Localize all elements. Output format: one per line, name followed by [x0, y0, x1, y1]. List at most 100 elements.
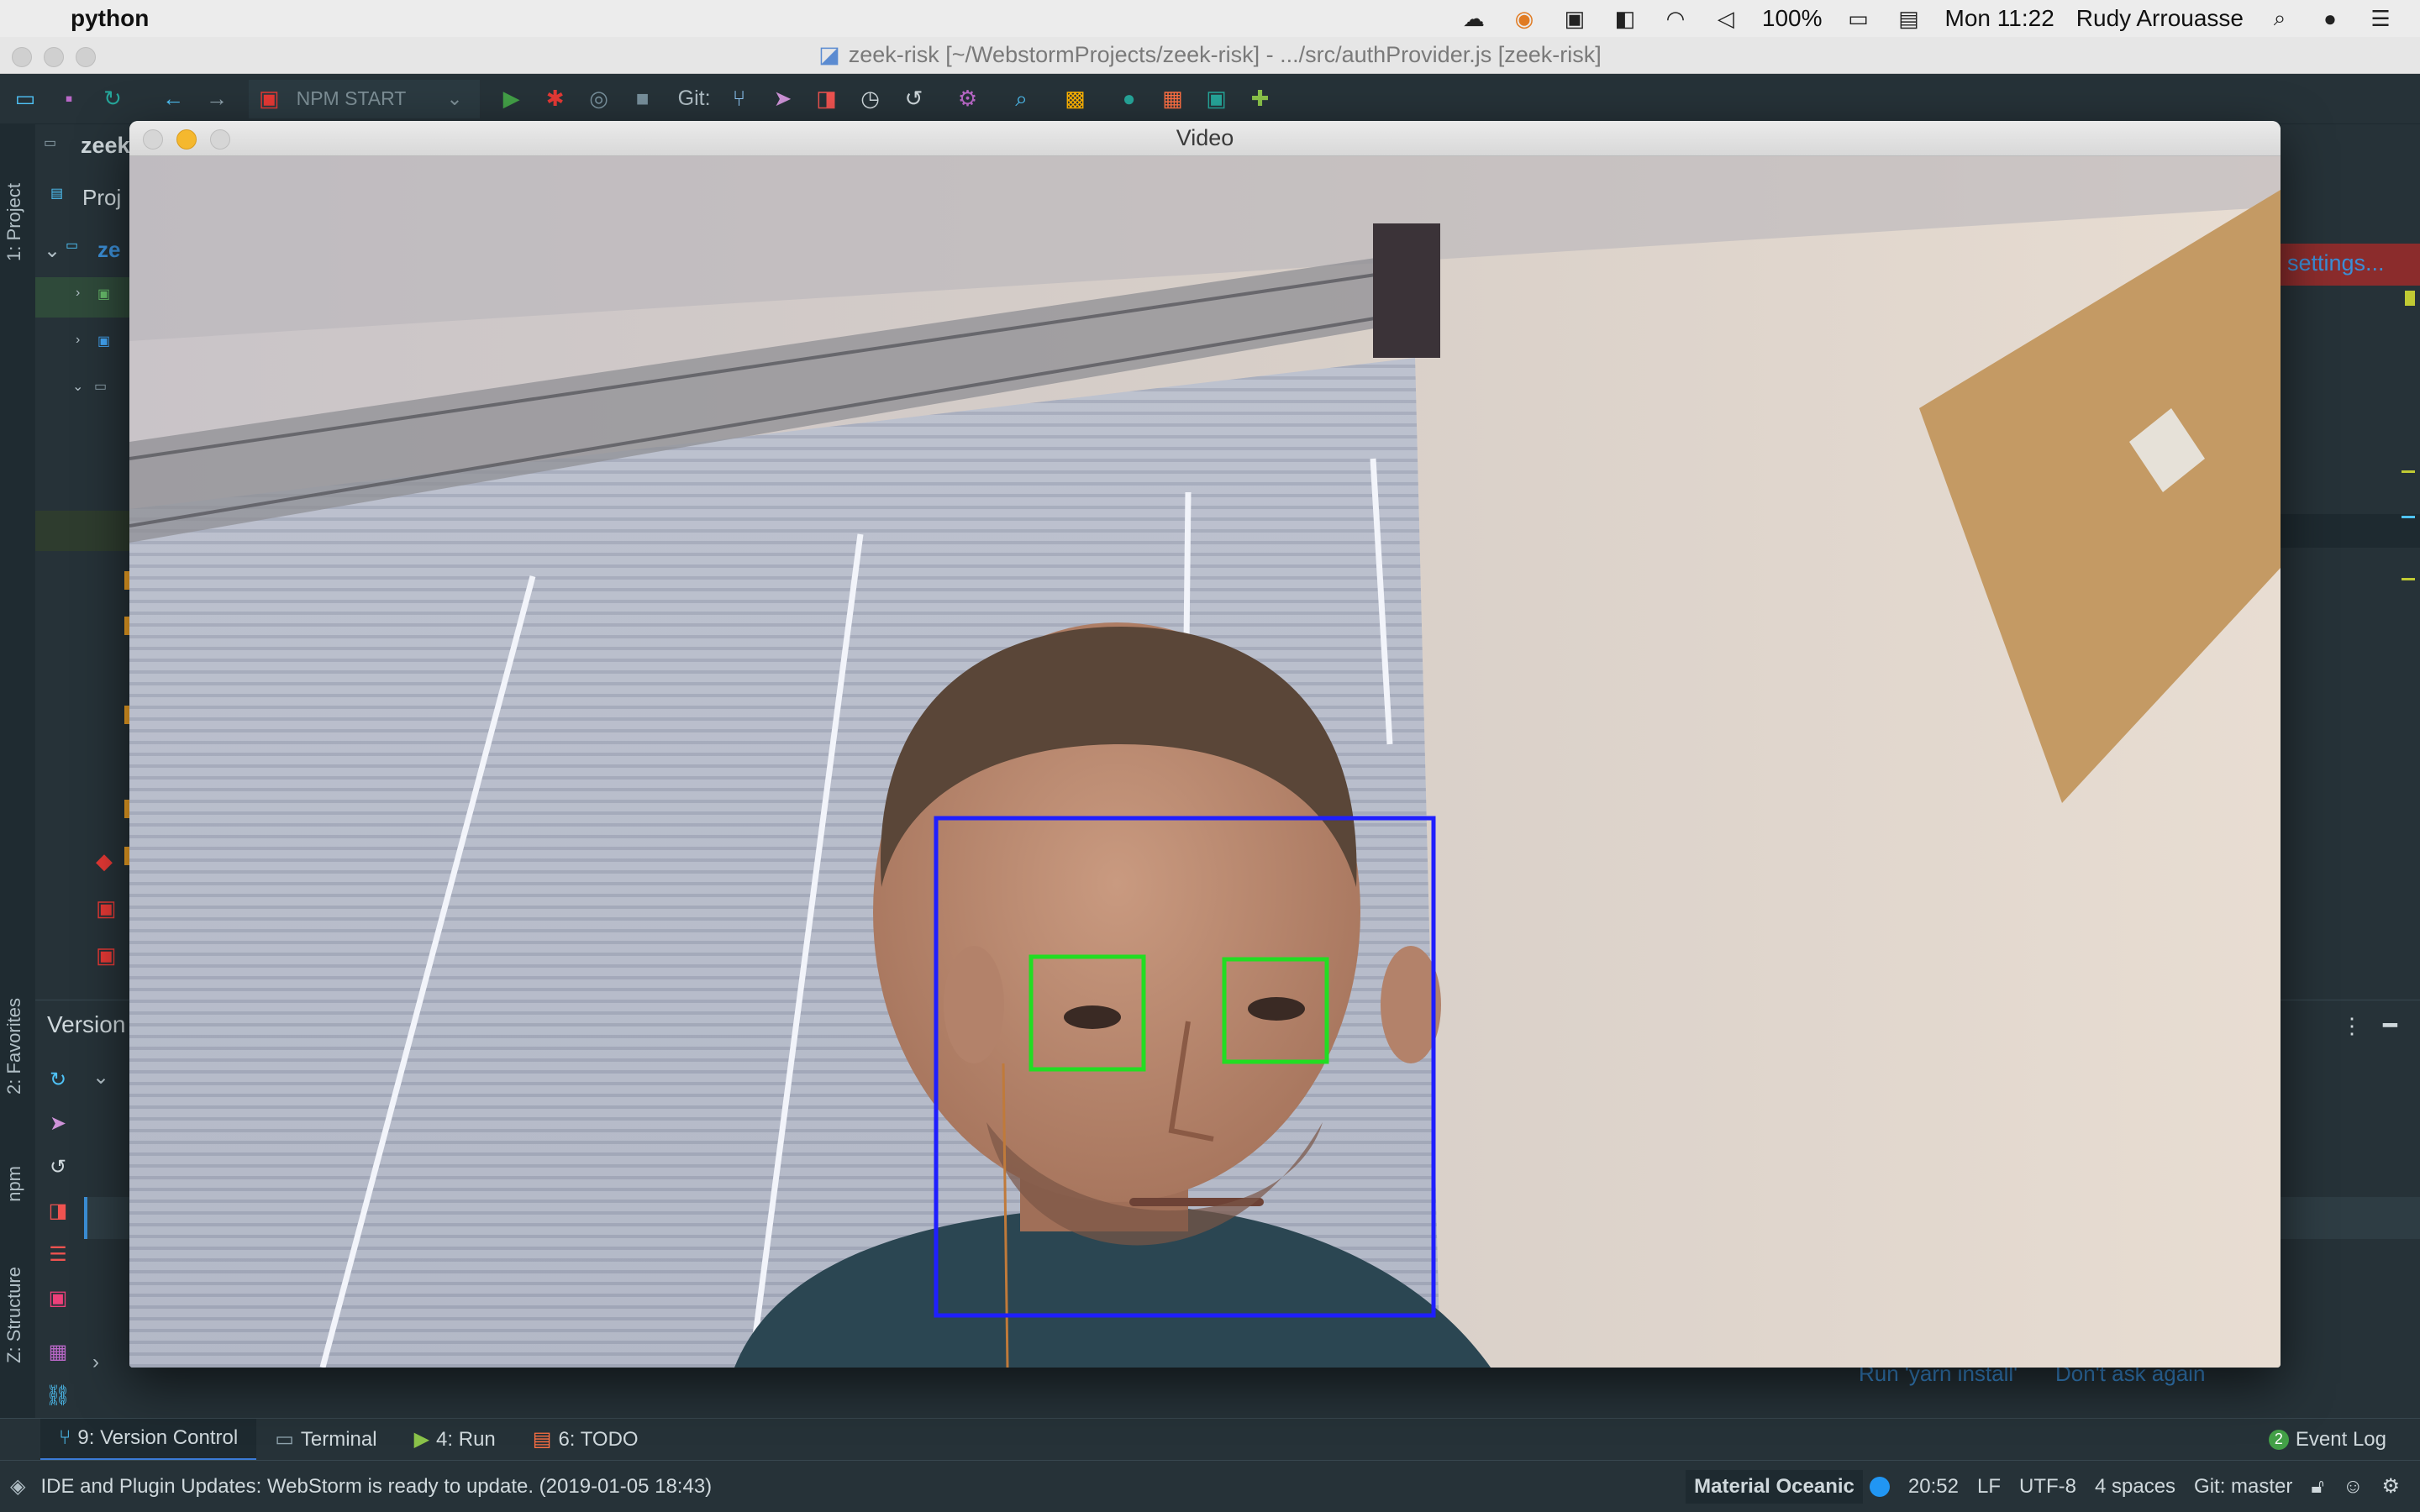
refresh-icon[interactable]: ↻ [47, 1068, 69, 1091]
tree-row-selected[interactable] [35, 511, 136, 551]
git-file-icon: ◆ [96, 848, 113, 874]
app-tray-icon[interactable]: ◧ [1611, 6, 1639, 31]
creative-cloud-icon[interactable]: ☁ [1460, 6, 1488, 31]
window-zoom-button[interactable] [76, 47, 96, 67]
git-push-icon[interactable]: ➤ [761, 81, 805, 118]
preview-icon[interactable]: ▣ [1195, 81, 1239, 118]
window-close-button[interactable] [12, 47, 32, 67]
event-count-badge: 2 [2268, 1429, 2289, 1450]
more-options-icon[interactable]: ⋮ [2341, 1013, 2363, 1039]
wifi-icon[interactable]: ◠ [1661, 6, 1690, 31]
diff-icon[interactable]: ◨ [47, 1200, 69, 1222]
back-icon[interactable]: ← [151, 81, 195, 118]
npm-file-icon: ▣ [96, 895, 117, 921]
tab-terminal[interactable]: ▭ Terminal [256, 1419, 395, 1461]
menubar-clock[interactable]: Mon 11:22 [1945, 5, 2054, 32]
video-zoom-button[interactable] [210, 129, 230, 150]
run-icon[interactable]: ▶ [490, 81, 534, 118]
spotlight-search-icon[interactable]: ⌕ [2265, 5, 2294, 30]
tree-row-highlight[interactable] [35, 277, 136, 318]
editor-right-edge: settings... [2279, 168, 2420, 1000]
siri-icon[interactable]: ● [2316, 6, 2344, 31]
video-title-bar[interactable]: Video [129, 121, 2281, 156]
line-separator[interactable]: LF [1977, 1475, 2001, 1499]
layout-icon[interactable]: ▦ [1151, 81, 1195, 118]
scroll-marker [2402, 516, 2415, 518]
version-control-header: Version [47, 1011, 126, 1037]
hide-panel-icon[interactable]: ━ [2383, 1011, 2397, 1039]
database-icon[interactable]: ● [1107, 81, 1151, 118]
tree-root-label[interactable]: ze [97, 237, 120, 263]
chevron-right-icon[interactable]: › [76, 333, 80, 348]
event-log-button[interactable]: 2 Event Log [2250, 1419, 2405, 1461]
ide-title-bar: ◪ zeek-risk [~/WebstormProjects/zeek-ris… [0, 37, 2420, 74]
layers-icon[interactable]: ◈ [10, 1474, 25, 1499]
video-title: Video [1176, 125, 1234, 150]
memory-icon[interactable]: ⚙ [2381, 1474, 2400, 1499]
project-tab-label[interactable]: Proj [82, 185, 121, 211]
volume-icon[interactable]: ◁ [1712, 6, 1740, 31]
favorites-tool-tab[interactable]: 2: Favorites [3, 998, 25, 1095]
chevron-right-icon[interactable]: › [92, 1351, 99, 1374]
commit-push-icon[interactable]: ➤ [47, 1112, 69, 1135]
video-window[interactable]: Video [129, 121, 2281, 1368]
terminal-icon: ▭ [275, 1428, 294, 1451]
theme-indicator[interactable]: Material Oceanic [1686, 1469, 1863, 1504]
settings-link[interactable]: settings... [2287, 250, 2385, 276]
debug-icon[interactable]: ✱ [534, 81, 577, 118]
tracking-icon[interactable]: ◉ [1510, 6, 1539, 31]
forward-icon[interactable]: → [195, 81, 239, 118]
video-close-button[interactable] [143, 129, 163, 150]
run-with-coverage-icon[interactable]: ◎ [577, 81, 621, 118]
git-branch-widget[interactable]: Git: master [2194, 1475, 2292, 1499]
settings-gear-icon[interactable]: ⚙ [946, 81, 990, 118]
notification-center-icon[interactable]: ☰ [2366, 6, 2395, 31]
menubar-user[interactable]: Rudy Arrouasse [2076, 5, 2244, 32]
stop-icon[interactable]: ■ [621, 81, 665, 118]
git-rollback-icon[interactable]: ↺ [892, 81, 936, 118]
file-encoding[interactable]: UTF-8 [2019, 1475, 2076, 1499]
chevron-down-icon[interactable]: ⌄ [72, 378, 83, 395]
window-minimize-button[interactable] [44, 47, 64, 67]
open-folder-icon[interactable]: ▭ [3, 81, 47, 118]
chevron-down-icon[interactable]: ⌄ [44, 239, 60, 263]
tab-todo[interactable]: ▤ 6: TODO [514, 1419, 657, 1461]
synchronize-icon[interactable]: ↻ [91, 81, 134, 118]
docker-icon[interactable]: ▣ [1560, 6, 1589, 31]
tab-label: Terminal [300, 1427, 377, 1451]
inspector-icon[interactable]: ☺ [2343, 1475, 2364, 1499]
npm-tool-tab[interactable]: npm [3, 1166, 25, 1202]
tab-run[interactable]: ▶ 4: Run [396, 1419, 514, 1461]
module-folder-icon: ▣ [97, 287, 111, 302]
ide-window-title: zeek-risk [~/WebstormProjects/zeek-risk]… [848, 42, 1602, 67]
structure-tool-tab[interactable]: Z: Structure [3, 1267, 25, 1363]
chevron-right-icon[interactable]: › [76, 286, 80, 301]
plugins-puzzle-icon[interactable]: ✚ [1239, 81, 1282, 118]
chevron-down-icon[interactable]: ⌄ [92, 1065, 109, 1089]
input-source-flag-icon[interactable]: ▤ [1895, 6, 1923, 31]
tab-version-control[interactable]: ⑂ 9: Version Control [40, 1418, 257, 1461]
run-configuration-select[interactable]: ▣ NPM START ⌄ [249, 79, 480, 118]
chevron-down-icon: ⌄ [446, 87, 463, 109]
caret-position[interactable]: 20:52 [1908, 1475, 1959, 1499]
changelist-icon[interactable]: ☰ [47, 1243, 69, 1266]
group-by-icon[interactable]: ▦ [47, 1341, 69, 1363]
git-update-icon[interactable]: ⑂ [718, 81, 761, 118]
git-history-icon[interactable]: ◷ [849, 81, 892, 118]
event-log-label: Event Log [2295, 1427, 2386, 1451]
project-tool-tab[interactable]: 1: Project [3, 183, 25, 261]
link-icon[interactable]: ⛓ [45, 1384, 71, 1407]
rollback-icon[interactable]: ↺ [47, 1156, 69, 1179]
save-all-icon[interactable]: ▪ [47, 81, 91, 118]
search-icon[interactable]: ⌕ [1000, 81, 1044, 118]
plugin-chip-icon[interactable]: ▩ [1054, 81, 1097, 118]
battery-icon[interactable]: ▭ [1844, 6, 1873, 31]
app-menu-name[interactable]: python [71, 5, 149, 32]
indent-setting[interactable]: 4 spaces [2095, 1475, 2175, 1499]
shelve-icon[interactable]: ▣ [47, 1287, 69, 1310]
status-message[interactable]: IDE and Plugin Updates: WebStorm is read… [40, 1475, 712, 1499]
folder-icon: ▭ [66, 239, 79, 253]
video-minimize-button[interactable] [176, 129, 197, 150]
lock-icon[interactable]: 🔓︎ [2311, 1475, 2324, 1499]
git-compare-icon[interactable]: ◨ [805, 81, 849, 118]
